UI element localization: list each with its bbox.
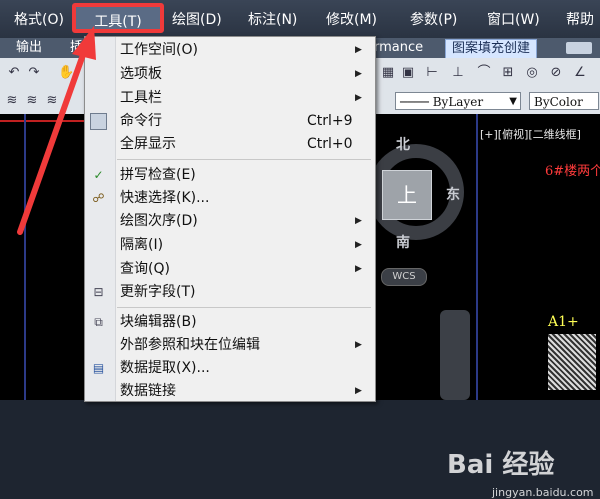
menu-item-draw-order[interactable]: 绘图次序(D) ▶ — [85, 210, 375, 233]
menu-format[interactable]: 格式(O) — [14, 9, 64, 31]
submenu-arrow-icon: ▶ — [355, 386, 362, 396]
menu-item-data-links[interactable]: 数据链接 ▶ — [85, 380, 375, 401]
submenu-arrow-icon: ▶ — [355, 340, 362, 350]
menu-item-label: 查询(Q) — [120, 261, 170, 277]
tab-output[interactable]: 输出 — [16, 39, 42, 57]
command-line-icon — [90, 113, 107, 130]
menu-item-label: 快速选择(K)... — [120, 190, 210, 206]
menu-help[interactable]: 帮助 — [566, 9, 594, 31]
linetype-combo[interactable]: ──── ByLayer ▼ — [395, 92, 521, 110]
image-icon[interactable]: ▣ — [400, 65, 416, 81]
menu-item-label: 数据链接 — [120, 383, 176, 399]
grid-icon[interactable]: ▦ — [380, 65, 396, 81]
menu-item-shortcut: Ctrl+0 — [307, 136, 353, 152]
menu-item-label: 块编辑器(B) — [120, 314, 197, 330]
submenu-arrow-icon: ▶ — [355, 93, 362, 103]
menu-item-spellcheck[interactable]: ✓ 拼写检查(E) — [85, 164, 375, 187]
chevron-down-icon: ▼ — [509, 96, 517, 107]
menu-draw[interactable]: 绘图(D) — [172, 9, 222, 31]
menu-item-label: 拼写检查(E) — [120, 167, 196, 183]
drawing-text-red: 6#楼两个 — [545, 164, 600, 179]
drawing-text-yellow: A1+ — [548, 314, 579, 330]
linear-dimension-icon[interactable]: ⊢ — [424, 65, 440, 81]
submenu-arrow-icon: ▶ — [355, 45, 362, 55]
menu-item-label: 绘图次序(D) — [120, 213, 198, 229]
tab-hatch-creation[interactable]: 图案填充创建 — [445, 39, 538, 59]
menu-item-block-editor[interactable]: ⧉ 块编辑器(B) — [85, 311, 375, 334]
submenu-arrow-icon: ▶ — [355, 69, 362, 79]
menu-item-label: 全屏显示 — [120, 136, 176, 152]
menu-item-label: 工具栏 — [120, 90, 162, 106]
menu-tools[interactable]: 工具(T) — [72, 3, 164, 33]
compass-north[interactable]: 北 — [396, 134, 410, 154]
tab-insert[interactable]: 插 — [70, 39, 83, 57]
menu-item-fullscreen[interactable]: 全屏显示 Ctrl+0 — [85, 133, 375, 156]
radius-icon[interactable]: ◎ — [524, 65, 540, 81]
quick-select-icon: ☍ — [92, 191, 105, 205]
tab-performance[interactable]: rmance — [374, 39, 423, 57]
layer-previous-icon[interactable]: ≋ — [44, 93, 60, 109]
linetype-value: ──── — [400, 95, 433, 109]
menu-parameters[interactable]: 参数(P) — [410, 9, 457, 31]
spellcheck-icon: ✓ — [93, 168, 104, 182]
menu-item-data-extraction[interactable]: ▤ 数据提取(X)... — [85, 357, 375, 380]
viewport-controls-label[interactable]: [+][俯视][二维线框] — [480, 126, 581, 142]
drawing-border-right — [476, 114, 478, 400]
submenu-arrow-icon: ▶ — [355, 240, 362, 250]
menu-modify[interactable]: 修改(M) — [326, 9, 377, 31]
plotstyle-label: ByColor — [534, 95, 583, 109]
menu-item-xref-inplace-edit[interactable]: 外部参照和块在位编辑 ▶ — [85, 334, 375, 357]
submenu-arrow-icon: ▶ — [355, 216, 362, 226]
arc-length-icon[interactable]: ⌒ — [476, 65, 492, 81]
undo-icon[interactable]: ↶ — [6, 65, 22, 81]
baidu-watermark-url: jingyan.baidu.com — [492, 486, 594, 499]
menu-item-label: 外部参照和块在位编辑 — [120, 337, 260, 353]
menu-window[interactable]: 窗口(W) — [487, 9, 540, 31]
menu-item-label: 选项板 — [120, 66, 162, 82]
menu-item-label: 工作空间(O) — [120, 42, 198, 58]
drawing-sheet-thumbnail — [548, 334, 596, 390]
menu-item-toolbars[interactable]: 工具栏 ▶ — [85, 87, 375, 110]
angular-icon[interactable]: ∠ — [572, 65, 588, 81]
layer-properties-icon[interactable]: ≋ — [4, 93, 20, 109]
menu-item-isolate[interactable]: 隔离(I) ▶ — [85, 234, 375, 257]
navigation-bar[interactable] — [440, 310, 470, 400]
viewcube-top-face[interactable]: 上 — [382, 170, 432, 220]
compass-east[interactable]: 东 — [446, 184, 460, 204]
diameter-icon[interactable]: ⊘ — [548, 65, 564, 81]
menu-bar: 格式(O) 工具(T) 绘图(D) 标注(N) 修改(M) 参数(P) 窗口(W… — [0, 0, 600, 38]
baidu-watermark: Bai 经验 — [447, 450, 555, 480]
ordinate-icon[interactable]: ⊞ — [500, 65, 516, 81]
menu-item-update-fields[interactable]: ⊟ 更新字段(T) — [85, 281, 375, 304]
drawing-border-left — [24, 114, 26, 400]
ribbon-dropdown-button[interactable] — [566, 42, 592, 54]
layer-state-icon[interactable]: ≋ — [24, 93, 40, 109]
redo-icon[interactable]: ↷ — [26, 65, 42, 81]
aligned-dimension-icon[interactable]: ⊥ — [450, 65, 466, 81]
menu-item-label: 更新字段(T) — [120, 284, 196, 300]
menu-item-shortcut: Ctrl+9 — [307, 113, 353, 129]
tools-dropdown-menu: 工作空间(O) ▶ 选项板 ▶ 工具栏 ▶ 命令行 Ctrl+9 全屏显示 Ct… — [84, 36, 376, 402]
menu-item-palettes[interactable]: 选项板 ▶ — [85, 63, 375, 86]
pan-icon[interactable]: ✋ — [58, 65, 74, 81]
menu-separator — [117, 159, 371, 160]
data-extraction-icon: ▤ — [92, 361, 105, 375]
menu-item-label: 数据提取(X)... — [120, 360, 210, 376]
submenu-arrow-icon: ▶ — [355, 264, 362, 274]
menu-item-command-line[interactable]: 命令行 Ctrl+9 — [85, 110, 375, 133]
menu-separator — [117, 307, 371, 308]
menu-item-workspaces[interactable]: 工作空间(O) ▶ — [85, 39, 375, 62]
update-fields-icon: ⊟ — [93, 285, 104, 299]
wcs-menu[interactable]: WCS — [381, 268, 427, 286]
menu-item-label: 隔离(I) — [120, 237, 164, 253]
menu-item-label: 命令行 — [120, 113, 162, 129]
menu-item-quick-select[interactable]: ☍ 快速选择(K)... — [85, 187, 375, 210]
menu-dimension[interactable]: 标注(N) — [248, 9, 297, 31]
block-editor-icon: ⧉ — [94, 315, 103, 329]
compass-south[interactable]: 南 — [396, 232, 410, 252]
plotstyle-combo[interactable]: ByColor — [529, 92, 599, 110]
menu-item-inquiry[interactable]: 查询(Q) ▶ — [85, 258, 375, 281]
linetype-label: ByLayer — [432, 95, 484, 109]
drawing-line — [0, 120, 90, 122]
